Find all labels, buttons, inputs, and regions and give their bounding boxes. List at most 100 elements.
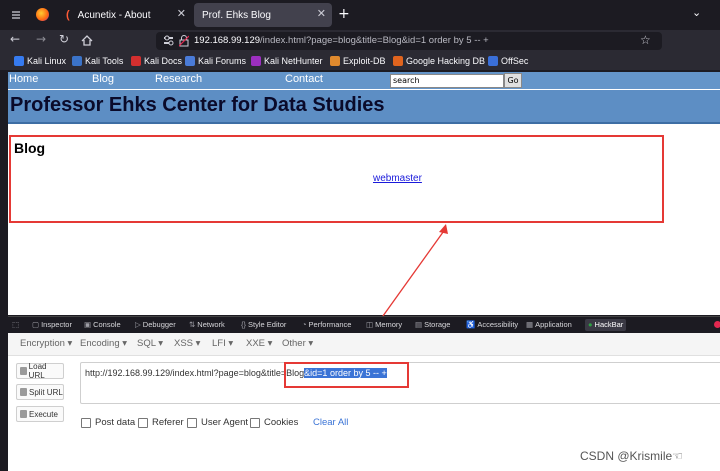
site-info-icon[interactable] [163, 35, 175, 47]
kali-docs-icon [131, 56, 141, 66]
devtools-tab-inspector[interactable]: ▢ Inspector [32, 319, 72, 331]
menu-encryption[interactable]: Encryption ▾ [20, 338, 72, 349]
menu-other[interactable]: Other ▾ [282, 338, 313, 349]
bookmark-label: Kali Tools [85, 56, 124, 66]
split-url-icon [20, 388, 27, 396]
watermark: CSDN @Krismile☜ [580, 449, 683, 463]
nav-blog-link[interactable]: Blog [92, 73, 114, 85]
bookmarks-toolbar: Kali Linux Kali Tools Kali Docs Kali For… [0, 52, 720, 70]
site-search-input[interactable]: search [390, 74, 504, 88]
url-host: 192.168.99.129 [194, 35, 261, 46]
menu-label: Encryption [20, 338, 65, 349]
address-bar[interactable]: 192.168.99.129/index.html?page=blog&titl… [156, 32, 662, 50]
bookmark-kali-docs[interactable]: Kali Docs [131, 54, 182, 68]
bookmark-kali-linux[interactable]: Kali Linux [14, 54, 66, 68]
load-url-button[interactable]: Load URL [16, 362, 64, 380]
bookmark-google-hacking-db[interactable]: Google Hacking DB [393, 54, 485, 68]
offsec-icon [488, 56, 498, 66]
menu-label: SQL [137, 338, 156, 349]
webmaster-link[interactable]: webmaster [373, 173, 422, 184]
devtools-tab-network[interactable]: ⇅ Network [189, 319, 225, 331]
firefox-logo-icon[interactable] [36, 8, 49, 21]
menu-encoding[interactable]: Encoding ▾ [80, 338, 127, 349]
insecure-lock-icon[interactable] [179, 35, 189, 47]
bookmark-kali-nethunter[interactable]: Kali NetHunter [251, 54, 323, 68]
navigation-toolbar: ← → ↻ 192.168.99.129/index.html?page=blo… [0, 30, 720, 52]
tab-label: HackBar [594, 320, 624, 329]
nav-contact-link[interactable]: Contact [285, 73, 323, 85]
checkbox-icon [187, 417, 197, 428]
kali-forums-icon [185, 56, 195, 66]
url-path: /index.html?page=blog&title=Blog&id=1 or… [260, 35, 489, 46]
referer-checkbox[interactable]: Referer [138, 417, 184, 428]
site-navigation: Home Blog Research Contact search Go [8, 72, 720, 89]
devtools-tab-application[interactable]: ▦ Application [526, 319, 572, 331]
browser-tab-strip: ( Acunetix - About ✕ Prof. Ehks Blog ✕ +… [0, 0, 720, 30]
devtools-tab-debugger[interactable]: ▷ Debugger [135, 319, 176, 331]
clear-all-link[interactable]: Clear All [313, 417, 348, 428]
nav-research-link[interactable]: Research [155, 73, 202, 85]
reload-icon[interactable]: ↻ [59, 32, 69, 46]
blog-section-highlight: Blog webmaster [9, 135, 664, 223]
element-picker-icon[interactable]: ⬚ [12, 319, 21, 331]
bookmark-star-icon[interactable]: ☆ [640, 33, 651, 47]
bookmark-kali-forums[interactable]: Kali Forums [185, 54, 246, 68]
query-highlight-box [284, 362, 409, 388]
tab-prof-ehks-blog[interactable]: Prof. Ehks Blog ✕ [194, 3, 332, 27]
forward-arrow-icon[interactable]: → [36, 32, 46, 46]
bookmark-exploit-db[interactable]: Exploit-DB [330, 54, 386, 68]
close-tab-icon[interactable]: ✕ [177, 7, 186, 20]
devtools-tab-hackbar[interactable]: ● HackBar [585, 319, 627, 331]
tab-label: Memory [375, 320, 403, 329]
chevron-down-icon[interactable]: ⌄ [692, 6, 701, 19]
go-button[interactable]: Go [504, 73, 522, 88]
tab-label: Storage [424, 320, 451, 329]
bookmark-label: Google Hacking DB [406, 56, 486, 66]
tab-label: Application [535, 320, 572, 329]
tab-label: Style Editor [248, 320, 287, 329]
menu-xxe[interactable]: XXE ▾ [246, 338, 272, 349]
url-prefix: http://192.168.99.129/index.html?page=bl… [85, 368, 305, 378]
post-data-checkbox[interactable]: Post data [81, 417, 135, 428]
close-tab-icon[interactable]: ✕ [317, 7, 326, 20]
error-indicator-icon[interactable] [714, 321, 720, 328]
checkbox-label: Post data [95, 417, 136, 428]
tab-label: Debugger [142, 320, 176, 329]
kali-nethunter-icon [251, 56, 261, 66]
devtools-tab-storage[interactable]: ▤ Storage [415, 319, 450, 331]
devtools-tab-performance[interactable]: ◔ Performance [302, 319, 351, 331]
menu-label: Encoding [80, 338, 120, 349]
devtools-tab-console[interactable]: ▣ Console [84, 319, 121, 331]
devtools-toolbar: ⬚ ▢ Inspector ▣ Console ▷ Debugger ⇅ Network… [8, 316, 720, 333]
checkbox-icon [81, 417, 91, 428]
bookmark-kali-tools[interactable]: Kali Tools [72, 54, 123, 68]
tab-list-icon[interactable] [10, 9, 22, 21]
split-url-button[interactable]: Split URL [16, 384, 64, 400]
menu-sql[interactable]: SQL ▾ [137, 338, 163, 349]
tab-label: Accessibility [477, 320, 519, 329]
home-icon[interactable] [80, 34, 94, 47]
kali-linux-icon [14, 56, 24, 66]
menu-xss[interactable]: XSS ▾ [174, 338, 200, 349]
nav-home-link[interactable]: Home [9, 73, 38, 85]
bookmark-label: Exploit-DB [343, 56, 386, 66]
bookmark-label: Kali Forums [198, 56, 247, 66]
tab-acunetix[interactable]: ( Acunetix - About ✕ [60, 3, 192, 27]
tab-title: Prof. Ehks Blog [202, 9, 271, 21]
execute-icon [20, 410, 27, 418]
bookmark-label: Kali NetHunter [264, 56, 323, 66]
new-tab-icon[interactable]: + [338, 6, 350, 22]
devtools-tab-accessibility[interactable]: ♿ Accessibility [466, 319, 518, 331]
google-hacking-db-icon [393, 56, 403, 66]
menu-lfi[interactable]: LFI ▾ [212, 338, 233, 349]
tab-label: Console [93, 320, 121, 329]
back-arrow-icon[interactable]: ← [10, 32, 20, 46]
menu-label: XXE [246, 338, 266, 349]
button-label: Load URL [28, 362, 47, 380]
devtools-tab-style-editor[interactable]: {} Style Editor [241, 319, 286, 331]
execute-button[interactable]: Execute [16, 406, 64, 422]
cookies-checkbox[interactable]: Cookies [250, 417, 298, 428]
user-agent-checkbox[interactable]: User Agent [187, 417, 248, 428]
devtools-tab-memory[interactable]: ◫ Memory [366, 319, 402, 331]
bookmark-offsec[interactable]: OffSec [488, 54, 528, 68]
